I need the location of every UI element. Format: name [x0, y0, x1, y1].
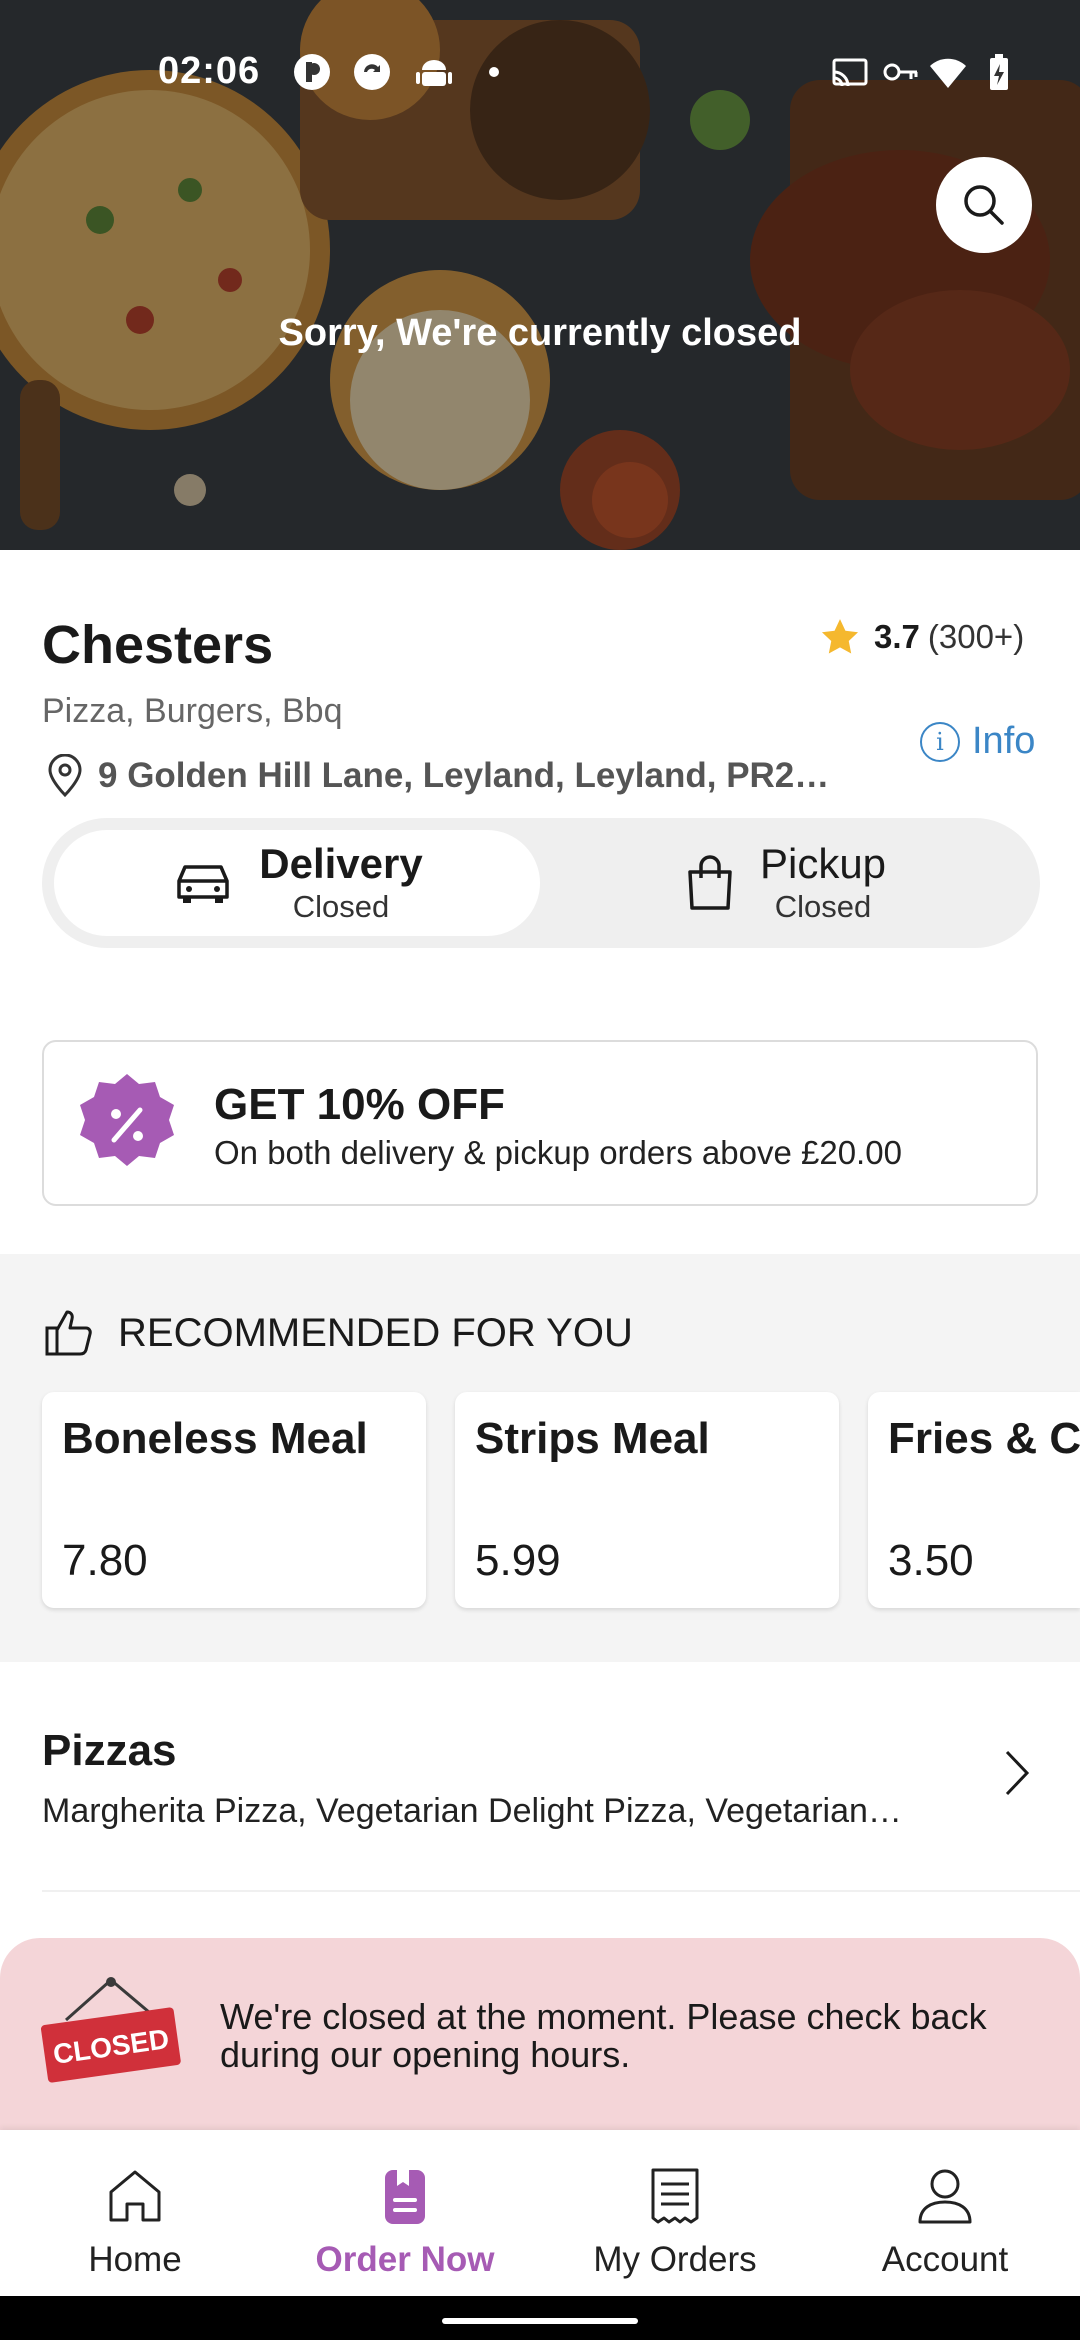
- nav-my-orders-label: My Orders: [593, 2240, 757, 2279]
- recommended-item[interactable]: Boneless Meal 7.80: [42, 1392, 426, 1608]
- status-time: 02:06: [158, 50, 261, 92]
- recommended-item[interactable]: Fries & Ch 3.50: [868, 1392, 1080, 1608]
- closed-message: We're closed at the moment. Please check…: [220, 1998, 1040, 2074]
- closed-banner-text: Sorry, We're currently closed: [278, 312, 802, 354]
- nav-my-orders[interactable]: My Orders: [540, 2130, 810, 2296]
- system-navigation-bar: [0, 2296, 1080, 2340]
- address-text: 9 Golden Hill Lane, Leyland, Leyland, PR…: [98, 756, 830, 795]
- cuisine-list: Pizza, Burgers, Bbq: [42, 692, 343, 730]
- person-icon: [918, 2169, 972, 2224]
- pickup-option[interactable]: Pickup Closed: [542, 830, 1028, 936]
- category-title: Pizzas: [42, 1726, 177, 1775]
- home-gesture-handle[interactable]: [442, 2318, 638, 2324]
- nav-order-now[interactable]: Order Now: [270, 2130, 540, 2296]
- promo-description: On both delivery & pickup orders above £…: [214, 1134, 902, 1171]
- closed-sign-icon: CLOSED: [40, 1977, 181, 2083]
- rating-score: 3.7: [874, 618, 920, 655]
- item-name: Boneless Meal: [62, 1414, 368, 1463]
- wifi-icon: [930, 58, 966, 88]
- recommended-heading: RECOMMENDED FOR YOU: [44, 1308, 633, 1358]
- home-icon: [109, 2170, 161, 2222]
- bottom-navigation: Home Order Now My Orders Account: [0, 2130, 1080, 2296]
- closed-message-line1: We're closed at the moment. Please check…: [220, 1996, 987, 2037]
- promo-title: GET 10% OFF: [214, 1080, 505, 1129]
- pickup-status: Closed: [774, 889, 872, 924]
- shopping-bag-icon: [688, 855, 732, 910]
- receipt-icon: [651, 2168, 699, 2224]
- rating: 3.7 (300+): [818, 616, 1024, 658]
- delivery-option[interactable]: Delivery Closed: [54, 830, 540, 936]
- car-icon: [177, 865, 230, 903]
- order-icon: [385, 2170, 425, 2224]
- divider: [42, 1890, 1080, 1892]
- info-button[interactable]: i Info: [920, 720, 1035, 763]
- nav-home-label: Home: [88, 2240, 182, 2279]
- pickup-label: Pickup: [759, 840, 887, 887]
- star-icon: [821, 619, 859, 654]
- percent-badge-icon: [80, 1074, 174, 1166]
- chevron-right-icon: [1005, 1750, 1030, 1796]
- promo-card[interactable]: GET 10% OFF On both delivery & pickup or…: [42, 1040, 1038, 1206]
- category-items: Margherita Pizza, Vegetarian Delight Piz…: [42, 1792, 902, 1830]
- location-pin-icon: [48, 754, 82, 798]
- search-button[interactable]: [936, 157, 1032, 253]
- delivery-label: Delivery: [259, 840, 423, 887]
- item-price: 7.80: [62, 1536, 148, 1585]
- recommended-title: RECOMMENDED FOR YOU: [118, 1310, 633, 1355]
- dot-icon: [489, 67, 499, 77]
- delivery-status: Closed: [292, 889, 390, 924]
- item-name: Strips Meal: [475, 1414, 710, 1463]
- sync-icon: [354, 54, 390, 90]
- cast-icon: [832, 58, 868, 87]
- nav-account[interactable]: Account: [810, 2130, 1080, 2296]
- closed-message-line2: during our opening hours.: [220, 2034, 631, 2075]
- hero-banner: 02:06 Sorry, We're currently closed: [0, 0, 1080, 550]
- status-bar: 02:06: [0, 0, 1080, 150]
- recommended-section: RECOMMENDED FOR YOU Boneless Meal 7.80 S…: [0, 1254, 1080, 1662]
- recommended-item[interactable]: Strips Meal 5.99: [455, 1392, 839, 1608]
- category-pizzas[interactable]: Pizzas Margherita Pizza, Vegetarian Deli…: [0, 1662, 1080, 1892]
- item-price: 3.50: [888, 1536, 974, 1585]
- android-icon: [416, 60, 452, 86]
- restaurant-address: 9 Golden Hill Lane, Leyland, Leyland, PR…: [46, 754, 829, 798]
- order-mode-toggle: Delivery Closed Pickup Closed: [42, 818, 1040, 948]
- search-icon: [964, 185, 1004, 225]
- item-price: 5.99: [475, 1536, 561, 1585]
- app-notification-icon: [294, 54, 330, 90]
- info-icon: i: [920, 721, 960, 762]
- nav-account-label: Account: [881, 2240, 1009, 2279]
- rating-count: (300+): [927, 618, 1025, 655]
- restaurant-name: Chesters: [42, 615, 274, 675]
- thumbs-up-icon: [45, 1310, 92, 1356]
- nav-home[interactable]: Home: [0, 2130, 270, 2296]
- nav-order-now-label: Order Now: [315, 2240, 495, 2279]
- info-label: Info: [972, 720, 1036, 762]
- item-name: Fries & Ch: [888, 1414, 1080, 1463]
- vpn-key-icon: [883, 63, 918, 81]
- battery-icon: [990, 54, 1008, 90]
